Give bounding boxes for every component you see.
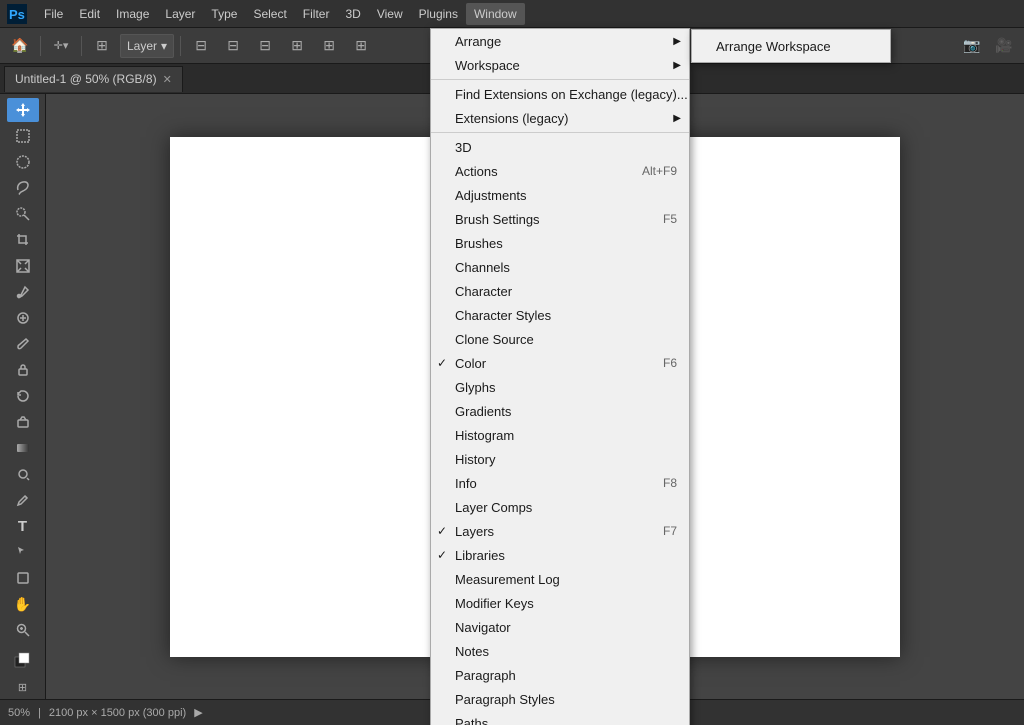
menu-histogram[interactable]: Histogram: [431, 423, 689, 447]
divider-2: [431, 132, 689, 133]
divider-1: [431, 79, 689, 80]
menu-info-label: Info: [455, 476, 477, 491]
menu-paragraph-styles[interactable]: Paragraph Styles: [431, 687, 689, 711]
menu-edit[interactable]: Edit: [71, 3, 108, 25]
menu-overlay[interactable]: Arrange Arrange Workspace Workspace Find…: [0, 28, 1024, 725]
menu-paths-label: Paths: [455, 716, 488, 725]
arrange-submenu: Arrange Workspace: [691, 29, 891, 63]
menu-color[interactable]: ✓ Color F6: [431, 351, 689, 375]
menu-layers[interactable]: ✓ Layers F7: [431, 519, 689, 543]
color-shortcut: F6: [643, 356, 677, 370]
menu-workspace-label: Workspace: [455, 58, 520, 73]
menu-workspace[interactable]: Workspace: [431, 53, 689, 77]
menu-extensions-legacy-label: Extensions (legacy): [455, 111, 568, 126]
menu-brushes-label: Brushes: [455, 236, 503, 251]
window-menu: Arrange Arrange Workspace Workspace Find…: [430, 28, 690, 725]
menu-3d[interactable]: 3D: [337, 3, 368, 25]
menu-brushes[interactable]: Brushes: [431, 231, 689, 255]
menu-info[interactable]: Info F8: [431, 471, 689, 495]
menu-gradients[interactable]: Gradients: [431, 399, 689, 423]
menu-channels-label: Channels: [455, 260, 510, 275]
menu-filter[interactable]: Filter: [295, 3, 338, 25]
menu-find-extensions[interactable]: Find Extensions on Exchange (legacy)...: [431, 82, 689, 106]
menu-history[interactable]: History: [431, 447, 689, 471]
menu-modifier-keys[interactable]: Modifier Keys: [431, 591, 689, 615]
menu-color-label: Color: [455, 356, 486, 371]
menu-gradients-label: Gradients: [455, 404, 511, 419]
color-checkmark: ✓: [437, 356, 447, 370]
menu-actions-label: Actions: [455, 164, 498, 179]
menu-channels[interactable]: Channels: [431, 255, 689, 279]
menu-adjustments[interactable]: Adjustments: [431, 183, 689, 207]
menu-layer-comps[interactable]: Layer Comps: [431, 495, 689, 519]
menu-type[interactable]: Type: [203, 3, 245, 25]
menu-find-extensions-label: Find Extensions on Exchange (legacy)...: [455, 87, 688, 102]
menu-layer-comps-label: Layer Comps: [455, 500, 532, 515]
menu-3d[interactable]: 3D: [431, 135, 689, 159]
menu-glyphs[interactable]: Glyphs: [431, 375, 689, 399]
menu-character-styles[interactable]: Character Styles: [431, 303, 689, 327]
app-logo: Ps: [4, 1, 30, 27]
menu-window[interactable]: Window: [466, 3, 525, 25]
brush-settings-shortcut: F5: [643, 212, 677, 226]
menu-bar: Ps File Edit Image Layer Type Select Fil…: [0, 0, 1024, 28]
menu-navigator[interactable]: Navigator: [431, 615, 689, 639]
menu-brush-settings-label: Brush Settings: [455, 212, 540, 227]
menu-clone-source[interactable]: Clone Source: [431, 327, 689, 351]
menu-layer[interactable]: Layer: [157, 3, 203, 25]
menu-paths[interactable]: Paths: [431, 711, 689, 725]
menu-3d-label: 3D: [455, 140, 472, 155]
layers-shortcut: F7: [643, 524, 677, 538]
menu-navigator-label: Navigator: [455, 620, 511, 635]
menu-libraries[interactable]: ✓ Libraries: [431, 543, 689, 567]
menu-histogram-label: Histogram: [455, 428, 514, 443]
actions-shortcut: Alt+F9: [622, 164, 677, 178]
menu-glyphs-label: Glyphs: [455, 380, 495, 395]
menu-adjustments-label: Adjustments: [455, 188, 527, 203]
menu-paragraph-label: Paragraph: [455, 668, 516, 683]
menu-arrange[interactable]: Arrange Arrange Workspace: [431, 29, 689, 53]
menu-arrange-label: Arrange: [455, 34, 501, 49]
menu-extensions-legacy[interactable]: Extensions (legacy): [431, 106, 689, 130]
menu-history-label: History: [455, 452, 495, 467]
menu-paragraph[interactable]: Paragraph: [431, 663, 689, 687]
layers-checkmark: ✓: [437, 524, 447, 538]
menu-select[interactable]: Select: [245, 3, 294, 25]
menu-measurement-log-label: Measurement Log: [455, 572, 560, 587]
menu-libraries-label: Libraries: [455, 548, 505, 563]
arrange-workspace-label: Arrange Workspace: [716, 39, 831, 54]
menu-layers-label: Layers: [455, 524, 494, 539]
menu-plugins[interactable]: Plugins: [411, 3, 466, 25]
menu-notes[interactable]: Notes: [431, 639, 689, 663]
arrange-workspace-item[interactable]: Arrange Workspace: [692, 34, 890, 58]
menu-brush-settings[interactable]: Brush Settings F5: [431, 207, 689, 231]
menu-view[interactable]: View: [369, 3, 411, 25]
menu-paragraph-styles-label: Paragraph Styles: [455, 692, 555, 707]
menu-character-label: Character: [455, 284, 512, 299]
menu-modifier-keys-label: Modifier Keys: [455, 596, 534, 611]
menu-character-styles-label: Character Styles: [455, 308, 551, 323]
menu-actions[interactable]: Actions Alt+F9: [431, 159, 689, 183]
libraries-checkmark: ✓: [437, 548, 447, 562]
menu-image[interactable]: Image: [108, 3, 157, 25]
menu-file[interactable]: File: [36, 3, 71, 25]
svg-text:Ps: Ps: [9, 7, 25, 22]
menu-character[interactable]: Character: [431, 279, 689, 303]
info-shortcut: F8: [643, 476, 677, 490]
menu-measurement-log[interactable]: Measurement Log: [431, 567, 689, 591]
menu-clone-source-label: Clone Source: [455, 332, 534, 347]
menu-notes-label: Notes: [455, 644, 489, 659]
